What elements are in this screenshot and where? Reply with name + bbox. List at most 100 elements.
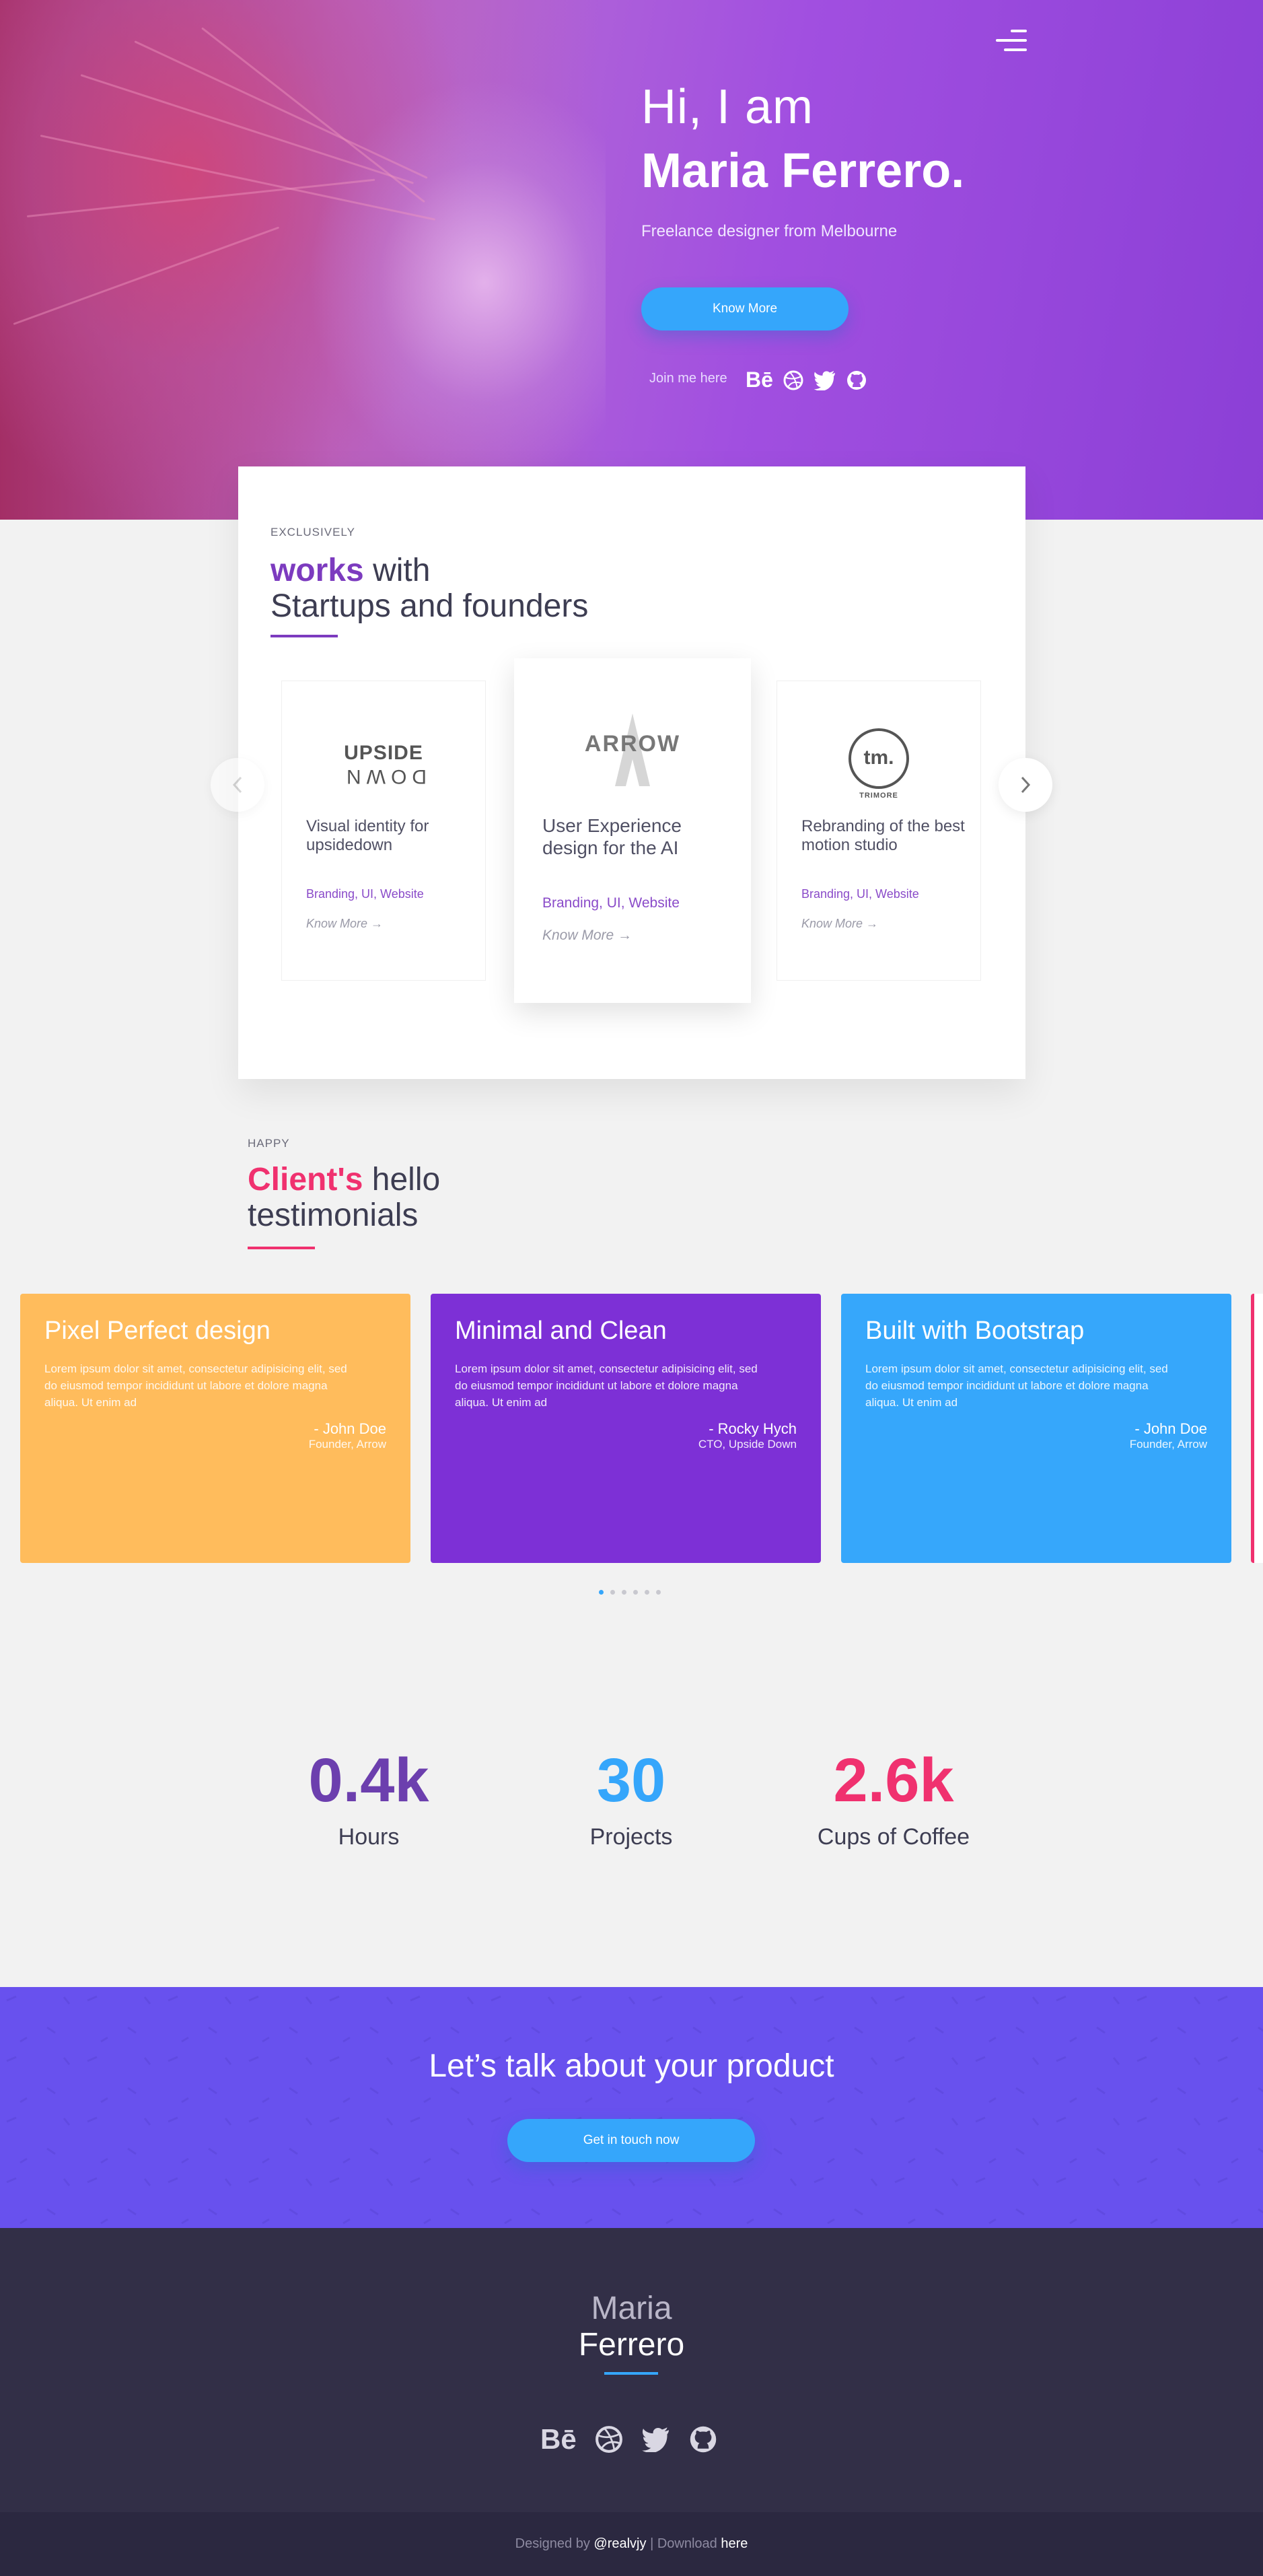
logo-text-top: tm. [863,746,894,769]
project-card[interactable]: tm. TRIMORE Rebranding of the best motio… [777,681,981,981]
hero-section: Hi, I am Maria Ferrero. Freelance design… [0,0,1263,520]
stat-value: 30 [596,1746,666,1815]
know-more-link[interactable]: Know More → [801,917,878,931]
credit-author-link[interactable]: @realvjy [593,2536,646,2551]
logo-text-bottom: DOWN [340,765,427,788]
testimonial-card-peek [1251,1294,1263,1563]
behance-icon[interactable]: Bē [540,2423,577,2456]
cta-pattern [0,1987,1263,2228]
project-card[interactable]: ARROW User Experience design for the AI … [514,658,751,1003]
github-icon[interactable] [688,2425,718,2454]
testimonials-title: Client's hello testimonials [248,1162,440,1233]
know-more-button[interactable]: Know More [641,287,849,330]
testimonials-underline [248,1247,315,1249]
testimonial-title: Minimal and Clean [455,1317,667,1345]
testimonial-text: Lorem ipsum dolor sit amet, consectetur … [455,1362,758,1409]
stat-value: 2.6k [833,1746,954,1815]
cta-title: Let’s talk about your product [429,2048,834,2084]
footer-credits: Designed by @realvjy | Download here [0,2512,1263,2576]
project-tags: Branding, UI, Website [801,887,919,901]
works-title-bold: works [270,553,364,588]
footer-name-first: Maria [591,2291,672,2326]
carousel-prev-button[interactable] [211,758,264,812]
twitter-icon[interactable] [814,370,836,390]
stat-hours: 0.4k Hours [268,1743,470,1850]
testimonial-role: Founder, Arrow [308,1438,386,1451]
carousel-next-button[interactable] [999,758,1052,812]
footer-social-links: Bē [540,2423,718,2456]
testimonials-title-line2: testimonials [248,1197,419,1233]
credit-prefix: Designed by [515,2536,590,2551]
testimonial-author: - Rocky Hych [709,1420,797,1437]
works-eyebrow: EXCLUSIVELY [270,526,355,538]
stat-projects: 30 Projects [530,1743,732,1850]
credit-separator: | Download [650,2536,717,2551]
join-label: Join me here [649,371,727,386]
logo-text-top: UPSIDE [344,742,423,764]
github-icon[interactable] [846,370,867,391]
testimonial-author: - John Doe [314,1420,386,1437]
trimore-logo-circle: tm. [849,728,909,789]
footer-underline [604,2372,658,2375]
know-more-link[interactable]: Know More → [542,928,632,944]
project-tags: Branding, UI, Website [542,895,680,911]
footer-name-last: Ferrero [578,2327,685,2363]
project-title: User Experience design for the AI [542,815,682,858]
trimore-logo: tm. TRIMORE [777,728,980,801]
project-card[interactable]: UPSIDE DOWN Visual identity for upsidedo… [281,681,486,981]
twitter-icon[interactable] [641,2427,671,2452]
testimonial-card: Built with Bootstrap Lorem ipsum dolor s… [841,1294,1231,1563]
carousel-dot[interactable] [622,1590,626,1595]
hero-portrait-image [0,0,606,520]
hero-subtitle: Freelance designer from Melbourne [641,222,898,240]
chevron-right-icon [1021,776,1031,794]
testimonials-eyebrow: HAPPY [248,1137,290,1150]
dribbble-icon[interactable] [594,2425,624,2454]
carousel-dot[interactable] [645,1590,649,1595]
works-title: works with Startups and founders [270,553,588,624]
carousel-dot[interactable] [599,1590,604,1595]
testimonial-text: Lorem ipsum dolor sit amet, consectetur … [44,1362,347,1409]
testimonial-card: Pixel Perfect design Lorem ipsum dolor s… [20,1294,410,1563]
works-section: EXCLUSIVELY works with Startups and foun… [238,466,1025,1079]
project-tags: Branding, UI, Website [306,887,424,901]
footer: Maria Ferrero Bē Designed by @realvjy | … [0,2228,1263,2576]
stat-value: 0.4k [308,1746,429,1815]
get-in-touch-button[interactable]: Get in touch now [507,2119,755,2162]
carousel-dots [599,1590,661,1595]
logo-text-bottom: TRIMORE [857,792,901,800]
works-title-rest: with [363,553,431,588]
carousel-dot[interactable] [656,1590,661,1595]
testimonial-card: Minimal and Clean Lorem ipsum dolor sit … [431,1294,821,1563]
stat-label: Cups of Coffee [817,1824,970,1850]
project-title: Rebranding of the best motion studio [801,817,965,854]
carousel-dot[interactable] [610,1590,615,1595]
stat-coffee: 2.6k Cups of Coffee [793,1743,995,1850]
know-more-link[interactable]: Know More → [306,917,383,931]
testimonial-title: Built with Bootstrap [865,1317,1085,1345]
stat-label: Projects [589,1824,673,1850]
testimonial-author: - John Doe [1134,1420,1207,1437]
testimonial-text: Lorem ipsum dolor sit amet, consectetur … [865,1362,1168,1409]
testimonial-role: Founder, Arrow [1129,1438,1207,1451]
carousel-dot[interactable] [633,1590,638,1595]
project-title: Visual identity for upsidedown [306,817,429,854]
download-link[interactable]: here [721,2536,748,2551]
chevron-left-icon [232,776,242,794]
dribbble-icon[interactable] [783,370,804,391]
stat-label: Hours [338,1824,400,1850]
testimonials-title-bold: Client's [248,1162,363,1197]
testimonial-role: CTO, Upside Down [698,1438,797,1451]
upsidedown-logo: UPSIDE DOWN [282,742,485,788]
testimonial-title: Pixel Perfect design [44,1317,270,1345]
arrow-logo: ARROW [514,713,751,786]
works-title-line2: Startups and founders [270,588,589,624]
testimonials-title-rest: hello [363,1162,441,1197]
hero-name: Maria Ferrero. [641,144,965,198]
hero-greeting: Hi, I am [641,80,814,134]
hero-social-links: Bē [746,368,867,392]
behance-icon[interactable]: Bē [746,368,773,392]
logo-text-top: ARROW [584,731,681,757]
hamburger-menu-icon[interactable] [996,30,1027,53]
works-underline [270,635,338,637]
